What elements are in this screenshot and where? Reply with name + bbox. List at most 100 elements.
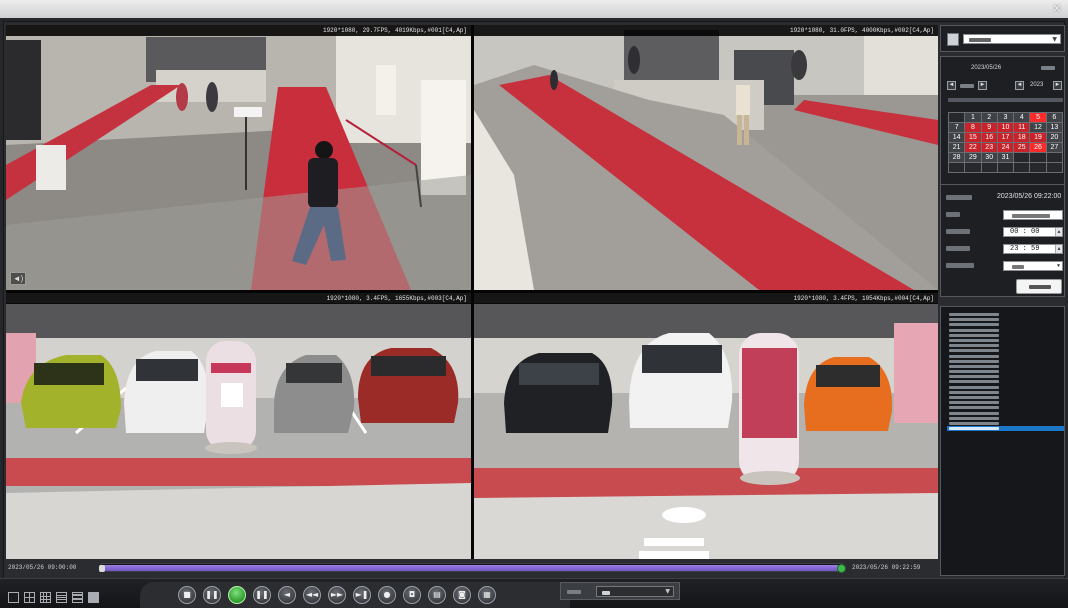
camera-tile-4[interactable]: 1920*1080, 3.4FPS, 1054Kbps,#004[C4,Ap] — [474, 293, 938, 559]
calendar-day-28[interactable]: 28 — [947, 152, 966, 163]
calendar-month-next-button[interactable]: ► — [978, 81, 987, 90]
calendar-day-16[interactable]: 16 — [980, 132, 998, 143]
calendar-day-19[interactable]: 19 — [1029, 132, 1047, 143]
fast-forward-button[interactable]: ►► — [328, 586, 346, 604]
search-date-value: 2023/05/26 09:22:00 — [997, 193, 1062, 200]
layout-6x6-icon[interactable] — [88, 592, 99, 603]
calendar-day-empty — [1029, 162, 1047, 173]
layout-3x3-icon[interactable] — [40, 592, 51, 603]
calendar-day-23[interactable]: 23 — [980, 142, 998, 153]
record-button[interactable]: ● — [378, 586, 396, 604]
calendar-day-5[interactable]: 5 — [1029, 112, 1047, 123]
calendar-day-7[interactable]: 7 — [947, 122, 966, 133]
pause-alt-button[interactable]: ❚❚ — [253, 586, 271, 604]
camera-tile-3[interactable]: 1920*1080, 3.4FPS, 1655Kbps,#003[C4,Ap] — [6, 293, 471, 559]
export-button[interactable]: ▤ — [428, 586, 446, 604]
calendar-today-label — [1041, 66, 1055, 70]
recording-list-item-label — [949, 380, 999, 384]
label-mode — [946, 263, 974, 268]
close-icon[interactable]: × — [1051, 2, 1063, 14]
search-type-field[interactable] — [1003, 210, 1063, 220]
calendar-day-24[interactable]: 24 — [996, 142, 1015, 153]
play-button[interactable] — [228, 586, 246, 604]
layout-2x2-icon[interactable] — [24, 592, 35, 603]
rewind-button[interactable]: ◄◄ — [303, 586, 321, 604]
calendar-day-22[interactable]: 22 — [964, 142, 982, 153]
camera-tile-1[interactable]: 1920*1080, 29.7FPS, 4019Kbps,#001[C4,Ap]… — [6, 25, 471, 290]
step-forward-button[interactable]: ►❚ — [353, 586, 371, 604]
speed-dropdown[interactable]: ▼ — [596, 586, 674, 597]
sidebar: ▼ 2023/05/26 ◄ ► ◄ 2023 ► 1 2 3 4 5 6 7 8 9 10 11 1… — [940, 25, 1065, 576]
calendar-year-next-button[interactable]: ► — [1053, 81, 1062, 90]
recording-list-item-label — [949, 323, 999, 327]
recording-list-item-label — [949, 375, 999, 379]
calendar-day-10[interactable]: 10 — [996, 122, 1015, 133]
device-dropdown[interactable]: ▼ — [963, 34, 1061, 44]
recording-list-item-label — [949, 333, 999, 337]
calendar-day-9[interactable]: 9 — [980, 122, 998, 133]
calendar-day-21[interactable]: 21 — [947, 142, 966, 153]
pause-button[interactable]: ❚❚ — [203, 586, 221, 604]
chevron-down-icon: ▼ — [1052, 36, 1057, 43]
calendar-day-4[interactable]: 4 — [1013, 112, 1031, 123]
stop-button[interactable]: ■ — [178, 586, 196, 604]
camera-4-feed — [474, 293, 938, 559]
layout-5x5-icon[interactable] — [72, 592, 83, 603]
calendar-day-27[interactable]: 27 — [1045, 142, 1064, 153]
calendar-day-20[interactable]: 20 — [1045, 132, 1064, 143]
speed-value — [602, 591, 610, 595]
calendar-day-empty — [964, 162, 982, 173]
calendar-week-row: 7 8 9 10 11 12 13 — [947, 122, 1064, 133]
mute-button[interactable]: ◙ — [453, 586, 471, 604]
layout-1x1-icon[interactable] — [8, 592, 19, 603]
calendar-day-18[interactable]: 18 — [1013, 132, 1031, 143]
calendar-year-prev-button[interactable]: ◄ — [1015, 81, 1024, 90]
end-time-spinner[interactable]: ▲ — [1055, 245, 1062, 253]
calendar-day-13[interactable]: 13 — [1045, 122, 1064, 133]
start-time-spinner[interactable]: ▲ — [1055, 228, 1062, 236]
calendar-day-17[interactable]: 17 — [996, 132, 1015, 143]
camera-3-header: 1920*1080, 3.4FPS, 1655Kbps,#003[C4,Ap] — [6, 293, 471, 304]
chevron-down-icon: ▼ — [665, 588, 670, 595]
camera-tile-2[interactable]: 1920*1080, 31.0FPS, 4000Kbps,#002[C4,Ap] — [474, 25, 938, 290]
calendar-day-3[interactable]: 3 — [996, 112, 1015, 123]
calendar-day-26[interactable]: 26 — [1029, 142, 1047, 153]
timeline-track[interactable] — [99, 563, 846, 573]
calendar-month-label: 2023/05/26 — [971, 65, 1002, 71]
calendar-day-14[interactable]: 14 — [947, 132, 966, 143]
fullscreen-button[interactable]: ▦ — [478, 586, 496, 604]
speaker-icon[interactable]: ◄) — [10, 272, 26, 285]
recording-list-item-label — [949, 338, 999, 342]
calendar-day-15[interactable]: 15 — [964, 132, 982, 143]
start-time-value: 00 : 00 — [1010, 228, 1040, 236]
calendar-day-25[interactable]: 25 — [1013, 142, 1031, 153]
calendar-day-11[interactable]: 11 — [1013, 122, 1031, 133]
start-time-field[interactable]: 00 : 00 ▲ — [1003, 227, 1063, 237]
recording-list-item[interactable] — [947, 426, 1064, 432]
calendar-day-empty — [947, 162, 966, 173]
calendar-day-30[interactable]: 30 — [980, 152, 998, 163]
calendar-day-6[interactable]: 6 — [1045, 112, 1064, 123]
snapshot-button[interactable]: ◘ — [403, 586, 421, 604]
reverse-button[interactable]: ◄ — [278, 586, 296, 604]
search-button[interactable] — [1016, 279, 1062, 294]
recording-list-item-label — [949, 416, 999, 420]
speed-control: ▼ — [560, 582, 680, 600]
recording-list-item-label — [949, 421, 999, 425]
calendar-day-empty — [996, 162, 1015, 173]
timeline-start-handle[interactable] — [99, 565, 105, 572]
end-time-field[interactable]: 23 : 59 ▲ — [1003, 244, 1063, 254]
calendar-month-prev-button[interactable]: ◄ — [947, 81, 956, 90]
timeline-end-label: 2023/05/26 09:22:59 — [852, 564, 921, 571]
layout-4x4-icon[interactable] — [56, 592, 67, 603]
calendar-day-31[interactable]: 31 — [996, 152, 1015, 163]
calendar-day-12[interactable]: 12 — [1029, 122, 1047, 133]
calendar-day-2[interactable]: 2 — [980, 112, 998, 123]
timeline-playhead-handle[interactable] — [837, 564, 846, 573]
recording-list-item-label — [949, 344, 999, 348]
calendar-day-8[interactable]: 8 — [964, 122, 982, 133]
mode-dropdown[interactable]: ▼ — [1003, 261, 1063, 271]
calendar-day-29[interactable]: 29 — [964, 152, 982, 163]
camera-grid: 1920*1080, 29.7FPS, 4019Kbps,#001[C4,Ap]… — [6, 25, 938, 559]
calendar-day-1[interactable]: 1 — [964, 112, 982, 123]
